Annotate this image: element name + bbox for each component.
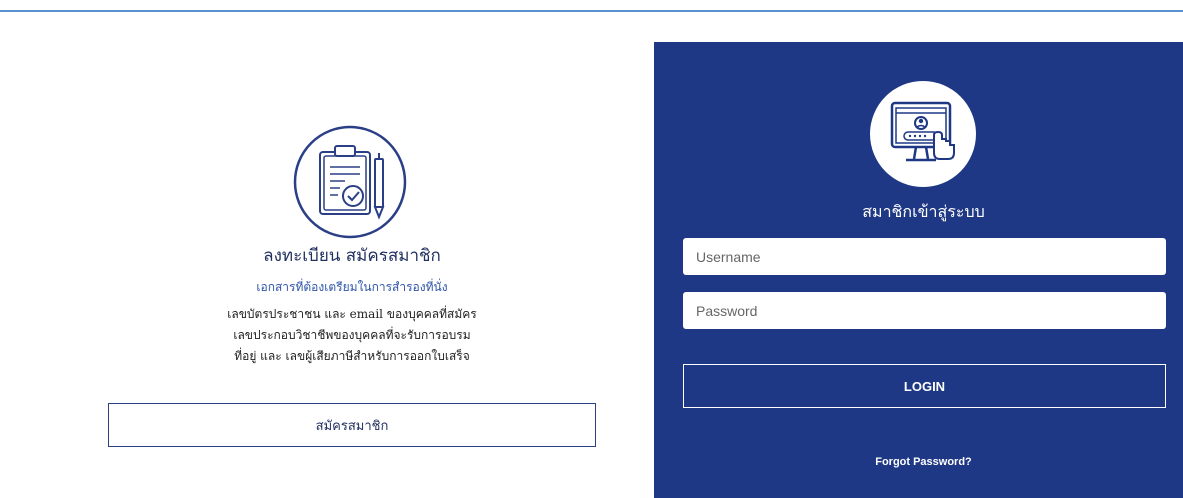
register-title: ลงทะเบียน สมัครสมาชิก — [263, 246, 441, 266]
register-button[interactable]: สมัครสมาชิก — [108, 403, 596, 447]
login-title: สมาชิกเข้าสู่ระบบ — [862, 202, 985, 221]
requirement-line: เลขประกอบวิชาชีพของบุคคลที่จะรับการอบรม — [233, 328, 471, 342]
register-subtitle: เอกสารที่ต้องเตรียมในการสำรองที่นั่ง — [256, 280, 448, 294]
username-input[interactable] — [683, 238, 1166, 275]
clipboard-check-icon — [293, 125, 407, 239]
requirement-line: ที่อยู่ และ เลขผู้เสียภาษีสำหรับการออกใบ… — [234, 349, 470, 363]
password-input[interactable] — [683, 292, 1166, 329]
login-panel: สมาชิกเข้าสู่ระบบ LOGIN Forgot Password? — [654, 42, 1183, 498]
forgot-password-link[interactable]: Forgot Password? — [654, 456, 1183, 468]
login-button[interactable]: LOGIN — [683, 364, 1166, 408]
requirement-line: เลขบัตรประชาชน และ email ของบุคคลที่สมัค… — [227, 307, 477, 321]
computer-user-login-icon — [868, 79, 978, 189]
top-accent-line — [0, 0, 1183, 12]
register-requirements: เลขบัตรประชาชน และ email ของบุคคลที่สมัค… — [0, 304, 704, 367]
